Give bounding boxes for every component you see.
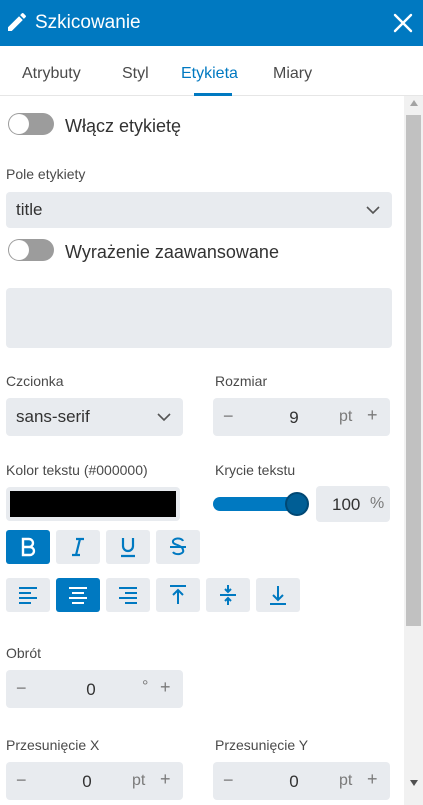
align-center-button[interactable] xyxy=(56,578,100,612)
align-right-icon xyxy=(119,587,137,604)
align-middle-icon xyxy=(220,585,236,605)
rotation-value: 0 xyxy=(86,680,96,699)
decrement-button[interactable]: − xyxy=(16,771,27,789)
text-color-label: Kolor tekstu (#000000) xyxy=(6,462,148,478)
tab-bar: Atrybuty Styl Etykieta Miary xyxy=(0,46,423,96)
label-field-value: title xyxy=(16,200,43,219)
scroll-down-arrow-icon[interactable] xyxy=(410,780,418,786)
scrollbar[interactable] xyxy=(404,96,423,805)
align-middle-button[interactable] xyxy=(206,578,250,612)
chevron-down-icon xyxy=(157,413,171,422)
enable-label-toggle[interactable] xyxy=(8,113,54,135)
pencil-icon xyxy=(8,12,27,32)
decrement-button[interactable]: − xyxy=(16,679,27,697)
opacity-input[interactable]: 100 % xyxy=(316,486,390,522)
offset-y-unit: pt xyxy=(339,772,353,789)
tab-atrybuty[interactable]: Atrybuty xyxy=(22,65,81,83)
increment-button[interactable]: + xyxy=(160,678,171,696)
offset-x-label: Przesunięcie X xyxy=(6,737,100,753)
size-label: Rozmiar xyxy=(215,373,268,389)
font-label: Czcionka xyxy=(6,373,64,389)
align-left-icon xyxy=(19,587,37,604)
slider-thumb[interactable] xyxy=(285,492,309,516)
toggle-knob xyxy=(9,114,29,134)
panel-header: Szkicowanie xyxy=(0,0,423,46)
font-value: sans-serif xyxy=(16,407,90,426)
align-left-button[interactable] xyxy=(6,578,50,612)
font-select[interactable]: sans-serif xyxy=(6,398,183,436)
opacity-unit: % xyxy=(370,495,385,512)
offset-y-stepper[interactable]: − 0 pt + xyxy=(213,762,390,800)
offset-x-value: 0 xyxy=(82,772,92,791)
bold-button[interactable] xyxy=(6,530,50,564)
italic-icon xyxy=(72,537,84,557)
panel-title: Szkicowanie xyxy=(35,12,141,33)
align-right-button[interactable] xyxy=(106,578,150,612)
offset-y-label: Przesunięcie Y xyxy=(215,737,309,753)
text-color-picker[interactable] xyxy=(6,487,180,521)
increment-button[interactable]: + xyxy=(367,770,378,788)
tab-miary[interactable]: Miary xyxy=(273,65,312,83)
tab-etykieta[interactable]: Etykieta xyxy=(181,65,238,83)
color-swatch xyxy=(10,491,176,517)
label-field-select[interactable]: title xyxy=(6,192,392,228)
advanced-expression-text: Wyrażenie zaawansowane xyxy=(65,242,279,262)
align-bottom-button[interactable] xyxy=(256,578,300,612)
bold-icon xyxy=(21,537,36,557)
opacity-value: 100 xyxy=(332,495,361,514)
align-bottom-icon xyxy=(270,586,286,605)
rotation-unit: ° xyxy=(142,678,149,695)
close-icon[interactable] xyxy=(391,11,415,35)
align-top-button[interactable] xyxy=(156,578,200,612)
strikethrough-button[interactable] xyxy=(156,530,200,564)
size-stepper[interactable]: − 9 pt + xyxy=(213,398,390,436)
underline-icon xyxy=(121,538,135,558)
scrollbar-thumb[interactable] xyxy=(406,115,421,626)
size-value: 9 xyxy=(289,408,299,427)
size-unit: pt xyxy=(339,408,353,425)
rotation-label: Obrót xyxy=(6,645,42,661)
align-center-icon xyxy=(69,587,87,604)
decrement-button[interactable]: − xyxy=(223,407,234,425)
offset-x-unit: pt xyxy=(132,772,146,789)
opacity-slider[interactable] xyxy=(213,492,309,516)
rotation-stepper[interactable]: − 0 ° + xyxy=(6,670,183,708)
chevron-down-icon xyxy=(366,206,380,215)
italic-button[interactable] xyxy=(56,530,100,564)
text-opacity-label: Krycie tekstu xyxy=(215,462,296,478)
strikethrough-icon xyxy=(170,537,186,556)
underline-button[interactable] xyxy=(106,530,150,564)
decrement-button[interactable]: − xyxy=(223,771,234,789)
label-field-label: Pole etykiety xyxy=(6,166,86,182)
scroll-up-arrow-icon[interactable] xyxy=(410,100,418,106)
advanced-expression-toggle[interactable] xyxy=(8,239,54,261)
offset-y-value: 0 xyxy=(289,772,299,791)
align-top-icon xyxy=(170,585,186,604)
expression-textarea[interactable] xyxy=(6,288,392,348)
toggle-knob xyxy=(9,240,29,260)
label-settings-panel: Włącz etykietę Pole etykiety title Wyraż… xyxy=(0,96,404,805)
offset-x-stepper[interactable]: − 0 pt + xyxy=(6,762,183,800)
enable-label-text: Włącz etykietę xyxy=(65,116,182,136)
increment-button[interactable]: + xyxy=(367,406,378,424)
increment-button[interactable]: + xyxy=(160,770,171,788)
tab-styl[interactable]: Styl xyxy=(122,65,149,83)
